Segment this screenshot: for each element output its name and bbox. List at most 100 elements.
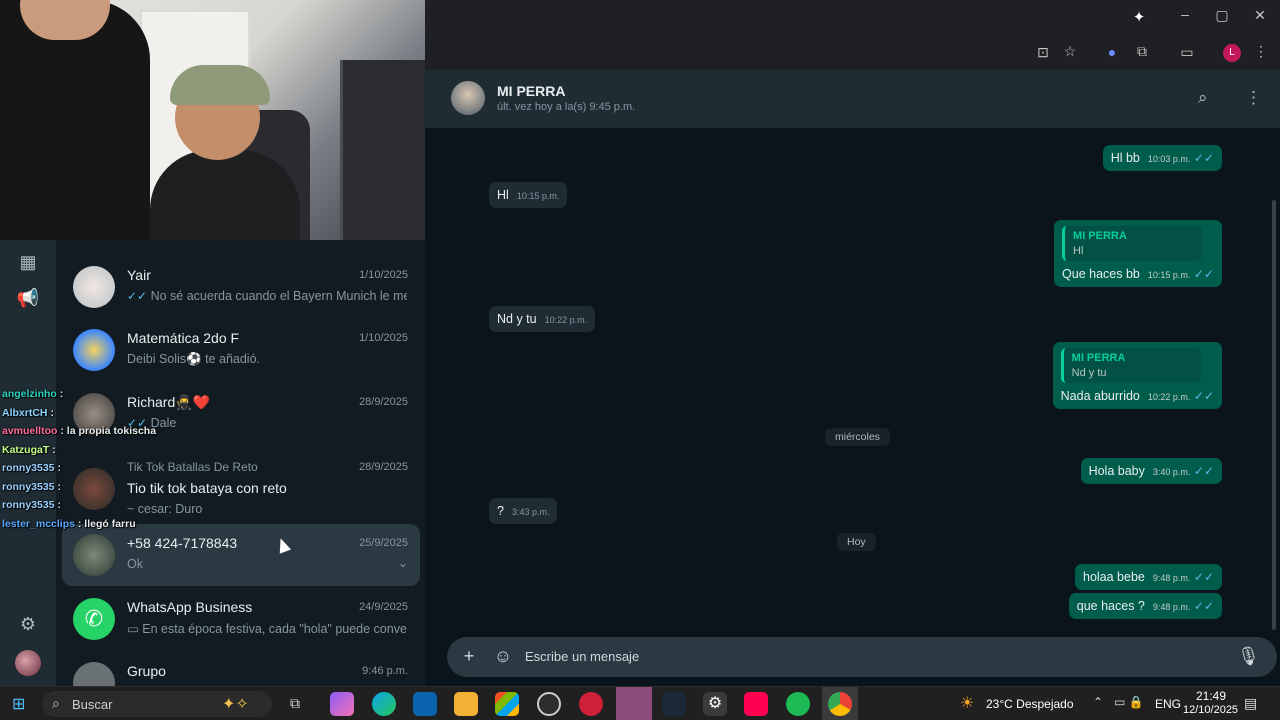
chat-item-grupo[interactable]: Grupo 9:46 p.m.	[62, 652, 420, 686]
chevron-down-icon[interactable]: ⌄	[398, 556, 408, 570]
attach-plus-icon[interactable]: +	[459, 646, 479, 667]
group-avatar-icon	[73, 662, 115, 686]
outlook-app-icon[interactable]	[413, 692, 437, 716]
quoted-message[interactable]: MI PERRA Hl	[1062, 226, 1203, 261]
close-icon[interactable]: ✕	[1250, 7, 1270, 24]
avatar	[73, 534, 115, 576]
message-out[interactable]: que haces ? 9:48 p.m. ✓✓	[1068, 593, 1222, 619]
split-view-icon[interactable]: ▭	[1177, 44, 1197, 61]
stream-chat-line: KatzugaT :	[2, 444, 202, 463]
chat-preview-text: En esta época festiva, cada "hola" puede…	[142, 622, 407, 636]
message-time: 10:15 p.m.	[516, 191, 560, 201]
stream-chat-line: ronny3535 :	[2, 481, 202, 500]
message-placeholder: Escribe un mensaje	[525, 649, 640, 664]
quoted-author: MI PERRA	[1071, 352, 1126, 364]
edge-app-icon[interactable]	[372, 692, 396, 716]
sparkle-icon[interactable]: ✦	[1129, 8, 1149, 26]
kebab-menu-icon[interactable]: ⋮	[1251, 43, 1271, 60]
message-text: Nd y tu	[497, 312, 537, 326]
steam-app-icon[interactable]	[662, 692, 686, 716]
message-out[interactable]: Hl bb 10:03 p.m. ✓✓	[1102, 145, 1222, 171]
settings-icon[interactable]: ⚙	[703, 692, 727, 716]
windows-taskbar: ⊞ ⌕ Buscar ✦✧ ⧉ ⚙ ☀ 23°C Despejado ⌃ ▭ 🔒…	[0, 686, 1280, 720]
settings-icon[interactable]: ⚙	[16, 612, 40, 636]
task-view-icon[interactable]: ⧉	[290, 695, 300, 712]
store-app-icon[interactable]	[495, 692, 519, 716]
notification-icon[interactable]: ▤	[1244, 695, 1257, 712]
taskbar-search[interactable]: ⌕ Buscar ✦✧	[42, 691, 272, 717]
chevron-up-icon[interactable]: ⌃	[1093, 695, 1103, 709]
spotify-app-icon[interactable]	[786, 692, 810, 716]
store-icon[interactable]: ▦	[16, 250, 40, 274]
stream-username: lester_mcclips	[2, 517, 75, 530]
stream-username: KatzugaT	[2, 443, 50, 456]
microphone-icon[interactable]: 🎙	[1237, 646, 1260, 667]
copilot-sparkle-icon: ✦✧	[222, 696, 249, 713]
quoted-message[interactable]: MI PERRA Nd y tu	[1060, 348, 1201, 383]
webcam-overlay	[0, 0, 425, 240]
message-out-reply[interactable]: MI PERRA Nd y tu Nada aburrido 10:22 p.m.…	[1052, 342, 1222, 409]
tiktok-app-icon[interactable]	[744, 692, 768, 716]
search-icon[interactable]: ⌕	[1198, 88, 1208, 108]
tray-icons[interactable]: ▭ 🔒	[1114, 695, 1144, 709]
stream-text: :	[52, 443, 56, 456]
chat-item-yair[interactable]: Yair 1/10/2025 ✓✓ No sé acuerda cuando e…	[62, 256, 420, 318]
quoted-author: MI PERRA	[1073, 230, 1127, 242]
chat-header[interactable]: MI PERRA últ. vez hoy a la(s) 9:45 p.m. …	[425, 70, 1280, 128]
restore-icon[interactable]: ▢	[1212, 7, 1232, 24]
windows-start-icon[interactable]: ⊞	[12, 694, 25, 714]
message-scrollbar[interactable]	[1272, 200, 1276, 630]
chat-item-matematica[interactable]: Matemática 2do F 1/10/2025 Deibi Solis⚽ …	[62, 319, 420, 381]
message-time: 9:48 p.m.	[1152, 573, 1191, 583]
chat-name: Yair	[127, 267, 151, 283]
clock-time[interactable]: 21:49	[1196, 689, 1226, 703]
obs-app-icon[interactable]	[537, 692, 561, 716]
message-out[interactable]: Hola baby 3:40 p.m. ✓✓	[1080, 458, 1222, 484]
megaphone-icon[interactable]: 📢	[16, 286, 40, 310]
read-ticks-icon: ✓✓	[1193, 389, 1214, 403]
contact-avatar[interactable]	[451, 81, 485, 115]
stream-username: ronny3535	[2, 480, 55, 493]
message-in[interactable]: Hl 10:15 p.m.	[489, 182, 568, 208]
chrome-app-icon[interactable]	[828, 692, 852, 716]
video-icon: ▭	[127, 622, 139, 636]
emoji-icon[interactable]: ☺	[493, 646, 513, 667]
file-explorer-icon[interactable]	[454, 692, 478, 716]
chat-date: 28/9/2025	[359, 461, 408, 473]
chat-preview: Deibi Solis⚽ te añadió.	[127, 352, 260, 366]
stream-chat-line: lester_mcclips : llegó farru	[2, 518, 202, 537]
read-ticks-icon: ✓✓	[1193, 464, 1214, 478]
chat-name: Matemática 2do F	[127, 330, 240, 346]
screen: ▦ 📢 ⚙ Yair 1/10/2025 ✓✓ No sé acuerda cu…	[0, 0, 1280, 720]
copilot-app-icon[interactable]	[330, 692, 354, 716]
opera-app-icon[interactable]	[579, 692, 603, 716]
active-app-icon[interactable]	[616, 687, 652, 720]
chat-item-whatsapp-business[interactable]: ✆ WhatsApp Business 24/9/2025 ▭ En esta …	[62, 588, 420, 650]
extension-badge-icon[interactable]: ●	[1102, 44, 1122, 60]
chat-name: +58 424-7178843	[127, 535, 238, 551]
kebab-menu-icon[interactable]: ⋮	[1245, 88, 1262, 108]
message-out[interactable]: holaa bebe 9:48 p.m. ✓✓	[1075, 564, 1222, 590]
message-out-reply[interactable]: MI PERRA Hl Que haces bb 10:15 p.m. ✓✓	[1054, 220, 1222, 287]
chat-date: 25/9/2025	[359, 537, 408, 549]
language-indicator[interactable]: ENG	[1155, 697, 1181, 711]
message-in[interactable]: ? 3:43 p.m.	[489, 498, 558, 524]
install-app-icon[interactable]: ⊡	[1033, 44, 1053, 61]
chat-preview: ✓✓ No sé acuerda cuando el Bayern Munich…	[127, 289, 407, 303]
search-label: Buscar	[72, 697, 113, 712]
clock-date[interactable]: 12/10/2025	[1183, 704, 1238, 716]
minimize-icon[interactable]: –	[1175, 6, 1195, 22]
message-in[interactable]: Nd y tu 10:22 p.m.	[489, 306, 596, 332]
person-right-cap	[170, 65, 270, 105]
bookmark-star-icon[interactable]: ☆	[1060, 43, 1080, 60]
stream-username: ronny3535	[2, 499, 55, 511]
extensions-puzzle-icon[interactable]: ⧉	[1132, 43, 1152, 60]
message-text: Hl	[497, 188, 509, 202]
read-ticks-icon: ✓✓	[1193, 267, 1214, 281]
browser-toolbar: ✦ – ▢ ✕ ⊡ ☆ ● ⧉ ▭ L ⋮	[425, 0, 1280, 70]
weather-text[interactable]: 23°C Despejado	[986, 697, 1074, 711]
weather-icon[interactable]: ☀	[960, 693, 974, 713]
profile-avatar-icon[interactable]: L	[1223, 44, 1241, 62]
profile-avatar[interactable]	[15, 650, 41, 676]
message-time: 10:22 p.m.	[1147, 392, 1191, 402]
